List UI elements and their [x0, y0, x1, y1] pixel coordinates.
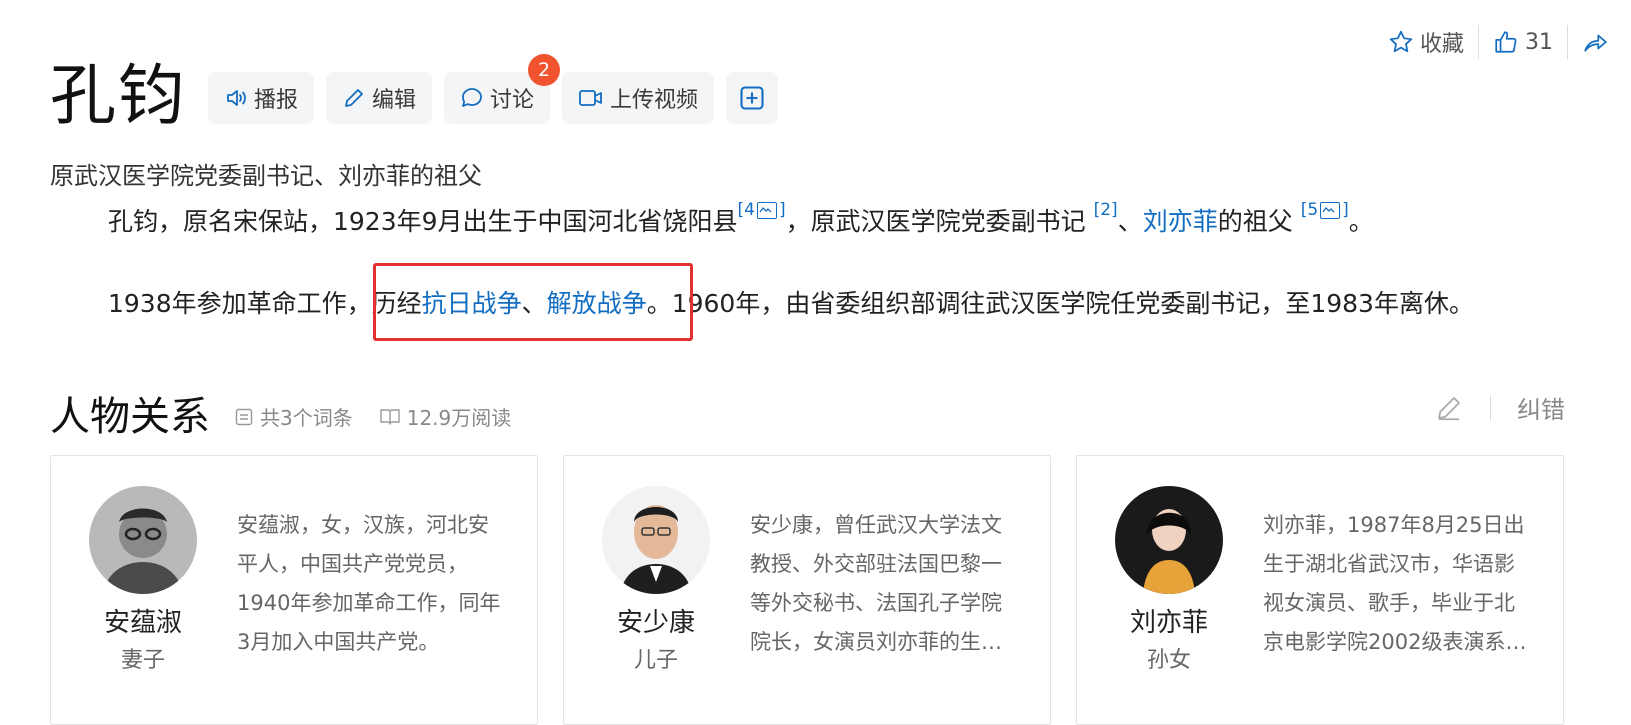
citation-bracket: ]: [1342, 200, 1349, 220]
paragraph-text: 。: [1348, 207, 1374, 236]
citation-link[interactable]: [5]: [1301, 200, 1349, 220]
discuss-button[interactable]: 讨论 2: [444, 54, 561, 124]
avatar: [602, 486, 710, 594]
page-subtitle: 原武汉医学院党委副书记、刘亦菲的祖父: [50, 162, 482, 190]
edit-button[interactable]: 编辑: [326, 72, 433, 124]
person-name[interactable]: 刘亦菲: [1097, 602, 1241, 639]
career-paragraph: 1938年参加革命工作，历经抗日战争、解放战争。1960年，由省委组织部调往武汉…: [108, 284, 1474, 320]
broadcast-label: 播报: [254, 88, 299, 113]
video-camera-icon: [579, 90, 602, 106]
edit-pen-icon[interactable]: [1434, 393, 1464, 423]
relation-card[interactable]: 安少康 儿子 安少康，曾任武汉大学法文教授、外交部驻法国巴黎一等外交秘书、法国孔…: [563, 455, 1051, 725]
paragraph-text: 的祖父: [1217, 207, 1293, 236]
chat-bubble-icon: [462, 88, 482, 107]
section-meta: 共3个词条 12.9万阅读: [234, 402, 511, 431]
image-icon: [756, 201, 777, 219]
person-relation: 儿子: [633, 648, 678, 673]
divider: [1490, 394, 1491, 421]
highlight-box: [373, 263, 693, 341]
paragraph-text: 、: [1117, 207, 1143, 236]
person-name[interactable]: 安蕴淑: [71, 602, 215, 639]
favorite-button[interactable]: 收藏: [1388, 26, 1464, 58]
person-description: 刘亦菲，1987年8月25日出生于湖北省武汉市，华语影视女演员、歌手，毕业于北京…: [1263, 513, 1527, 654]
like-button[interactable]: 31: [1493, 29, 1553, 55]
add-button[interactable]: [726, 72, 779, 124]
book-icon: [380, 408, 400, 425]
toolbar: 播报 编辑 讨论 2 上传视频: [208, 54, 779, 124]
section-actions: 纠错: [1434, 390, 1565, 425]
citation-number: [5: [1300, 200, 1319, 220]
citation-number: [4: [737, 200, 755, 220]
person-description: 安少康，曾任武汉大学法文教授、外交部驻法国巴黎一等外交秘书、法国孔子学院院长，女…: [750, 513, 1002, 654]
edit-label: 编辑: [372, 88, 417, 113]
citation-link[interactable]: [4]: [738, 200, 786, 220]
thumbs-up-icon: [1495, 31, 1517, 53]
citation-bracket: ]: [778, 200, 786, 220]
read-count: 12.9万阅读: [406, 406, 512, 430]
favorite-label: 收藏: [1420, 32, 1465, 57]
citation-link[interactable]: [2]: [1094, 200, 1118, 220]
person-name[interactable]: 安少康: [584, 602, 728, 639]
person-relation: 妻子: [120, 648, 165, 673]
person-link-liu-yifei[interactable]: 刘亦菲: [1143, 207, 1218, 236]
divider: [1478, 25, 1480, 59]
notification-badge: 2: [528, 54, 561, 86]
relation-card[interactable]: 安蕴淑 妻子 安蕴淑，女，汉族，河北安平人，中国共产党党员，1940年参加革命工…: [50, 455, 538, 725]
pencil-icon: [345, 89, 363, 107]
list-icon: [235, 408, 253, 425]
section-title: 人物关系: [50, 394, 210, 440]
share-button[interactable]: [1582, 29, 1608, 55]
intro-paragraph: 孔钧，原名宋保站，1923年9月出生于中国河北省饶阳县 [4] ，原武汉医学院党委副…: [108, 200, 1374, 238]
discuss-label: 讨论: [490, 88, 535, 113]
avatar: [1115, 486, 1223, 594]
paragraph-text: 1960年，由省委组织部调往武汉医学院任党委副书记，至1983年离休。: [671, 289, 1474, 318]
page-title: 孔钧: [50, 57, 186, 134]
avatar: [89, 486, 197, 594]
upload-video-button[interactable]: 上传视频: [562, 72, 715, 124]
report-error-link[interactable]: 纠错: [1517, 390, 1565, 425]
paragraph-text: 孔钧，原名宋保站，1923年9月出生于中国河北省饶阳县: [108, 207, 738, 236]
plus-square-icon: [740, 86, 764, 110]
like-count: 31: [1525, 29, 1554, 55]
paragraph-text: 1938年参加革命工作，: [108, 289, 372, 318]
image-icon: [1320, 201, 1341, 219]
broadcast-button[interactable]: 播报: [208, 72, 315, 124]
person-description: 安蕴淑，女，汉族，河北安平人，中国共产党党员，1940年参加革命工作，同年3月加…: [237, 513, 501, 654]
speaker-icon: [227, 90, 246, 106]
divider: [1567, 25, 1569, 59]
star-icon: [1389, 30, 1413, 53]
paragraph-text: ，原武汉医学院党委副书记: [785, 207, 1086, 236]
upload-video-label: 上传视频: [610, 88, 699, 113]
top-actions: 收藏 31: [1388, 22, 1608, 62]
relation-card[interactable]: 刘亦菲 孙女 刘亦菲，1987年8月25日出生于湖北省武汉市，华语影视女演员、歌…: [1076, 455, 1564, 725]
person-relation: 孙女: [1146, 648, 1191, 673]
share-icon: [1584, 34, 1607, 52]
entry-count: 共3个词条: [260, 406, 353, 430]
